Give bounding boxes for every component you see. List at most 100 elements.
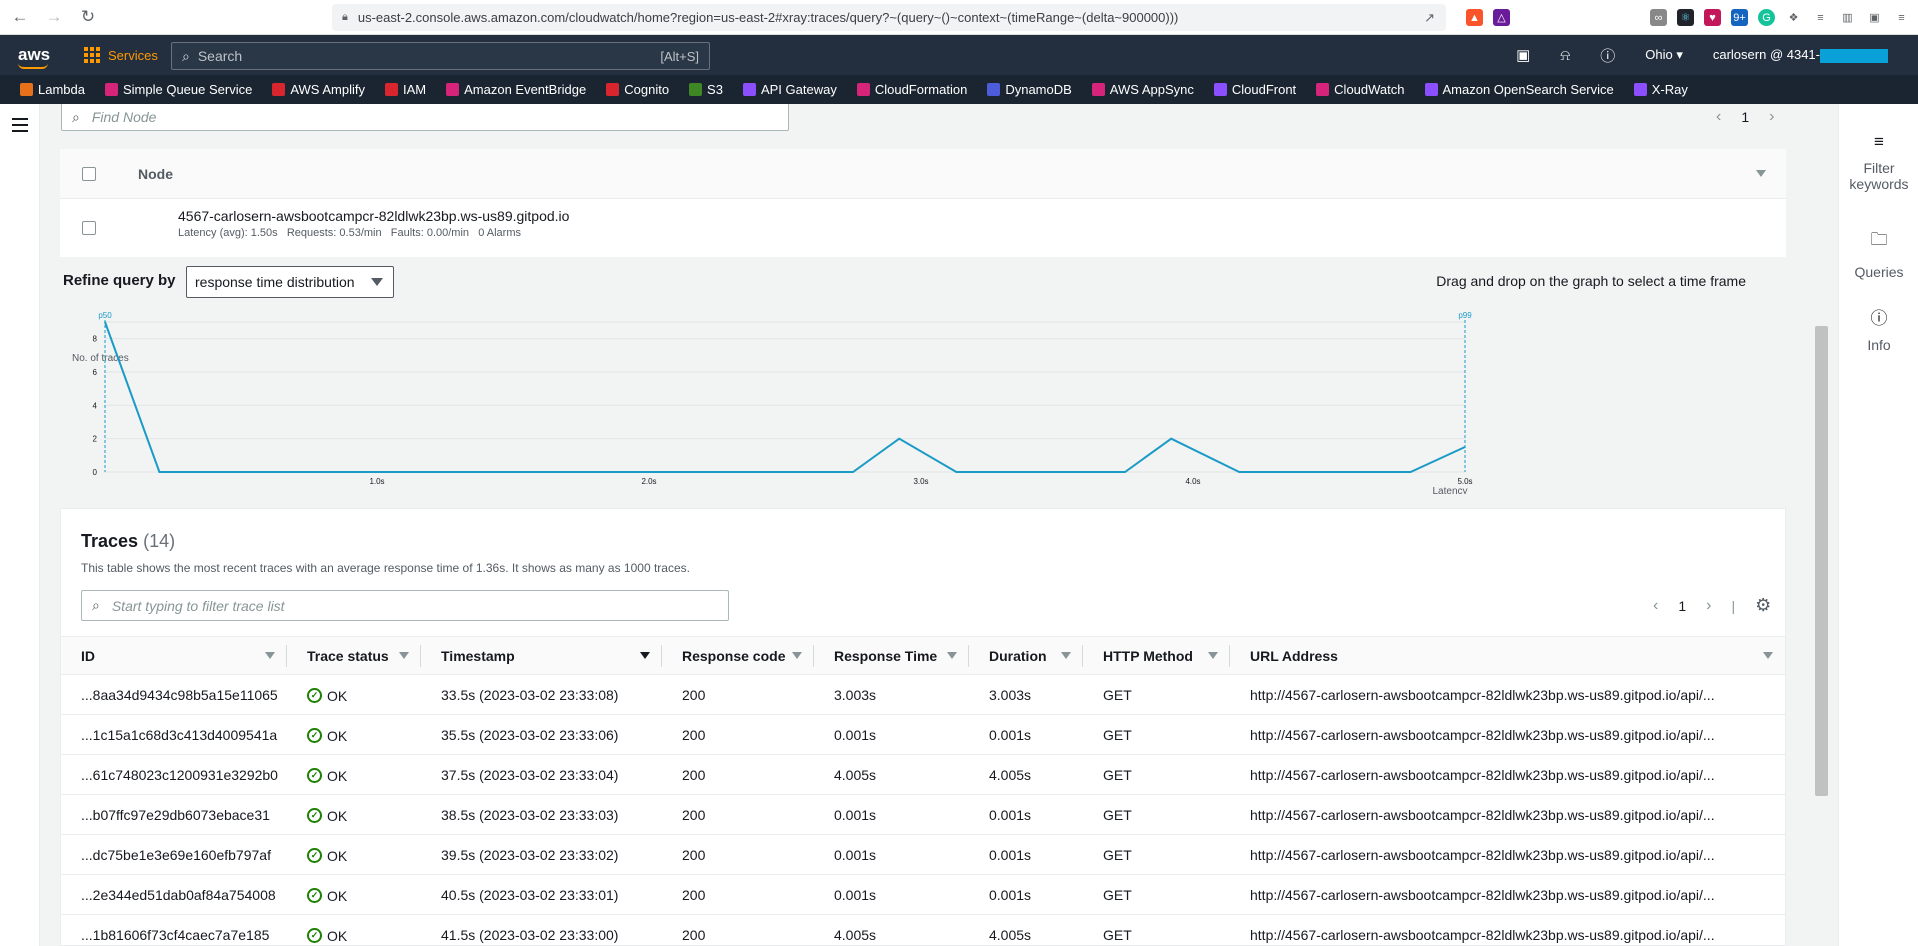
puzzle-icon[interactable]: ❖	[1785, 9, 1802, 26]
trace-id-link[interactable]: ...2e344ed51dab0af84a754008	[61, 874, 287, 915]
col-duration[interactable]: Duration	[969, 636, 1083, 675]
trace-id-link[interactable]: ...8aa34d9434c98b5a15e11065	[61, 674, 287, 715]
trace-id[interactable]: ...dc75be1e3e69e160efb797af	[81, 847, 271, 863]
favorite-link[interactable]: IAM	[384, 82, 426, 97]
trace-id[interactable]: ...1c15a1c68d3c413d4009541a	[81, 727, 277, 743]
address-bar[interactable]: 🔒︎ us-east-2.console.aws.amazon.com/clou…	[332, 4, 1446, 31]
sort-icon[interactable]	[1061, 652, 1071, 659]
select-all-checkbox[interactable]	[82, 166, 96, 181]
col-response-time[interactable]: Response Time	[814, 636, 969, 675]
favorite-link[interactable]: CloudWatch	[1316, 82, 1405, 97]
node-column-header[interactable]: Node	[138, 166, 173, 182]
sort-desc-icon[interactable]	[640, 652, 650, 659]
trace-id-link[interactable]: ...dc75be1e3e69e160efb797af	[61, 834, 287, 875]
trace-id[interactable]: ...b07ffc97e29db6073ebace31	[81, 807, 270, 823]
forward-icon[interactable]: →	[40, 3, 68, 31]
trace-row[interactable]: ...b07ffc97e29db6073ebace31 ✓ OK 38.5s (202…	[61, 794, 1785, 835]
page-scrollbar[interactable]	[1806, 104, 1836, 946]
prev-page-icon[interactable]: ‹	[1653, 597, 1658, 615]
share-icon[interactable]: ↗	[1424, 4, 1435, 31]
pocket-icon[interactable]: ♥	[1704, 9, 1721, 26]
favorite-link[interactable]: API Gateway	[742, 82, 837, 97]
trace-id[interactable]: ...61c748023c1200931e3292b0	[81, 767, 278, 783]
node-sort-icon[interactable]	[1756, 170, 1766, 177]
node-checkbox[interactable]	[82, 221, 96, 235]
find-node-input[interactable]: ⌕ Find Node	[61, 104, 789, 131]
bell-icon[interactable]: ⍾	[1560, 47, 1570, 64]
reload-icon[interactable]: ↻	[74, 3, 102, 31]
response-time-chart[interactable]: No. of traces 0 2 4 6 8 1.0s 2.0s 3.0s 4.0s 5.0s La…	[60, 304, 1786, 497]
region-selector[interactable]: Ohio ▾	[1645, 47, 1683, 63]
trace-row[interactable]: ...8aa34d9434c98b5a15e11065 ✓ OK 33.5s (202…	[61, 674, 1785, 715]
favorite-link[interactable]: AWS AppSync	[1091, 82, 1194, 97]
link-icon[interactable]: ∞	[1650, 9, 1667, 26]
sort-icon[interactable]	[792, 652, 802, 659]
cloudshell-icon[interactable]: ▣	[1516, 46, 1530, 64]
trace-id-link[interactable]: ...1c15a1c68d3c413d4009541a	[61, 714, 287, 755]
services-menu[interactable]: Services	[84, 47, 158, 63]
extension-badge-icon[interactable]: 9+	[1731, 9, 1748, 26]
trace-id[interactable]: ...1b81606f73cf4caec7a7e185	[81, 927, 269, 943]
wallet-icon[interactable]: ▣	[1866, 9, 1883, 26]
info-button[interactable]: ⓘ Info	[1839, 304, 1918, 353]
trace-row[interactable]: ...61c748023c1200931e3292b0 ✓ OK 37.5s (202…	[61, 754, 1785, 795]
favorite-link[interactable]: Simple Queue Service	[104, 82, 252, 97]
console-search[interactable]: ⌕ Search [Alt+S]	[171, 42, 710, 70]
col-trace-status[interactable]: Trace status	[287, 636, 421, 675]
node-page-number[interactable]: 1	[1741, 109, 1749, 125]
favorite-link[interactable]: CloudFormation	[856, 82, 967, 97]
trace-row[interactable]: ...dc75be1e3e69e160efb797af ✓ OK 39.5s (202…	[61, 834, 1785, 875]
trace-row[interactable]: ...1c15a1c68d3c413d4009541a ✓ OK 35.5s (202…	[61, 714, 1785, 755]
brave-shield-icon[interactable]: ▲	[1466, 9, 1483, 26]
account-menu[interactable]: carlosern @ 4341-	[1713, 47, 1888, 63]
trace-id-link[interactable]: ...b07ffc97e29db6073ebace31	[61, 794, 287, 835]
favorite-link[interactable]: AWS Amplify	[272, 82, 365, 97]
favorite-link[interactable]: S3	[689, 82, 723, 97]
favorite-link[interactable]: DynamoDB	[987, 82, 1072, 97]
aws-logo[interactable]: aws	[18, 45, 52, 69]
favorite-link[interactable]: Amazon OpenSearch Service	[1424, 82, 1614, 97]
filter-keywords-button[interactable]: ≡ Filter keywords	[1839, 132, 1918, 192]
refine-query-select[interactable]: response time distribution	[186, 266, 394, 298]
favorite-link[interactable]: Lambda	[20, 82, 85, 97]
scrollbar-thumb[interactable]	[1815, 326, 1828, 796]
favorite-link[interactable]: Amazon EventBridge	[446, 82, 586, 97]
favorite-link[interactable]: Cognito	[606, 82, 669, 97]
node-name[interactable]: 4567-carlosern-awsbootcampcr-82ldlwk23bp…	[178, 208, 569, 224]
next-page-icon[interactable]: ›	[1769, 108, 1774, 126]
sort-icon[interactable]	[399, 652, 409, 659]
col-id[interactable]: ID	[61, 636, 287, 675]
sort-icon[interactable]	[1763, 652, 1773, 659]
sidebar-icon[interactable]: ▥	[1839, 9, 1856, 26]
chart-svg[interactable]: No. of traces024681.0s 2.0s 3.0s 4.0s 5.0sLa…	[60, 304, 1786, 497]
favorite-link[interactable]: X-Ray	[1633, 82, 1688, 97]
traces-page-number[interactable]: 1	[1678, 598, 1686, 614]
trace-id-link[interactable]: ...61c748023c1200931e3292b0	[61, 754, 287, 795]
menu-icon[interactable]: ≡	[1893, 9, 1910, 26]
brave-rewards-icon[interactable]: △	[1493, 9, 1510, 26]
grammarly-icon[interactable]: G	[1758, 9, 1775, 26]
sort-icon[interactable]	[265, 652, 275, 659]
trace-id[interactable]: ...8aa34d9434c98b5a15e11065	[81, 687, 278, 703]
trace-id[interactable]: ...2e344ed51dab0af84a754008	[81, 887, 276, 903]
back-icon[interactable]: ←	[6, 3, 34, 31]
col-url-address[interactable]: URL Address	[1230, 636, 1785, 675]
trace-row[interactable]: ...2e344ed51dab0af84a754008 ✓ OK 40.5s (202…	[61, 874, 1785, 915]
react-devtools-icon[interactable]: ⚛	[1677, 9, 1694, 26]
help-icon[interactable]: ⓘ	[1600, 45, 1615, 66]
col-response-code[interactable]: Response code	[662, 636, 814, 675]
queries-button[interactable]: 🗀︎ Queries	[1839, 227, 1918, 280]
gear-icon[interactable]: ⚙	[1755, 595, 1771, 616]
favorite-link[interactable]: CloudFront	[1213, 82, 1296, 97]
sort-icon[interactable]	[1208, 652, 1218, 659]
col-timestamp[interactable]: Timestamp	[421, 636, 662, 675]
hamburger-menu-icon[interactable]	[12, 118, 28, 136]
prev-page-icon[interactable]: ‹	[1716, 108, 1721, 126]
trace-row[interactable]: ...1b81606f73cf4caec7a7e185 ✓ OK 41.5s (202…	[61, 914, 1785, 946]
playlist-icon[interactable]: ≡	[1812, 9, 1829, 26]
trace-filter-input[interactable]: ⌕ Start typing to filter trace list	[81, 590, 729, 621]
col-http-method[interactable]: HTTP Method	[1083, 636, 1230, 675]
next-page-icon[interactable]: ›	[1706, 597, 1711, 615]
trace-id-link[interactable]: ...1b81606f73cf4caec7a7e185	[61, 914, 287, 946]
sort-icon[interactable]	[947, 652, 957, 659]
